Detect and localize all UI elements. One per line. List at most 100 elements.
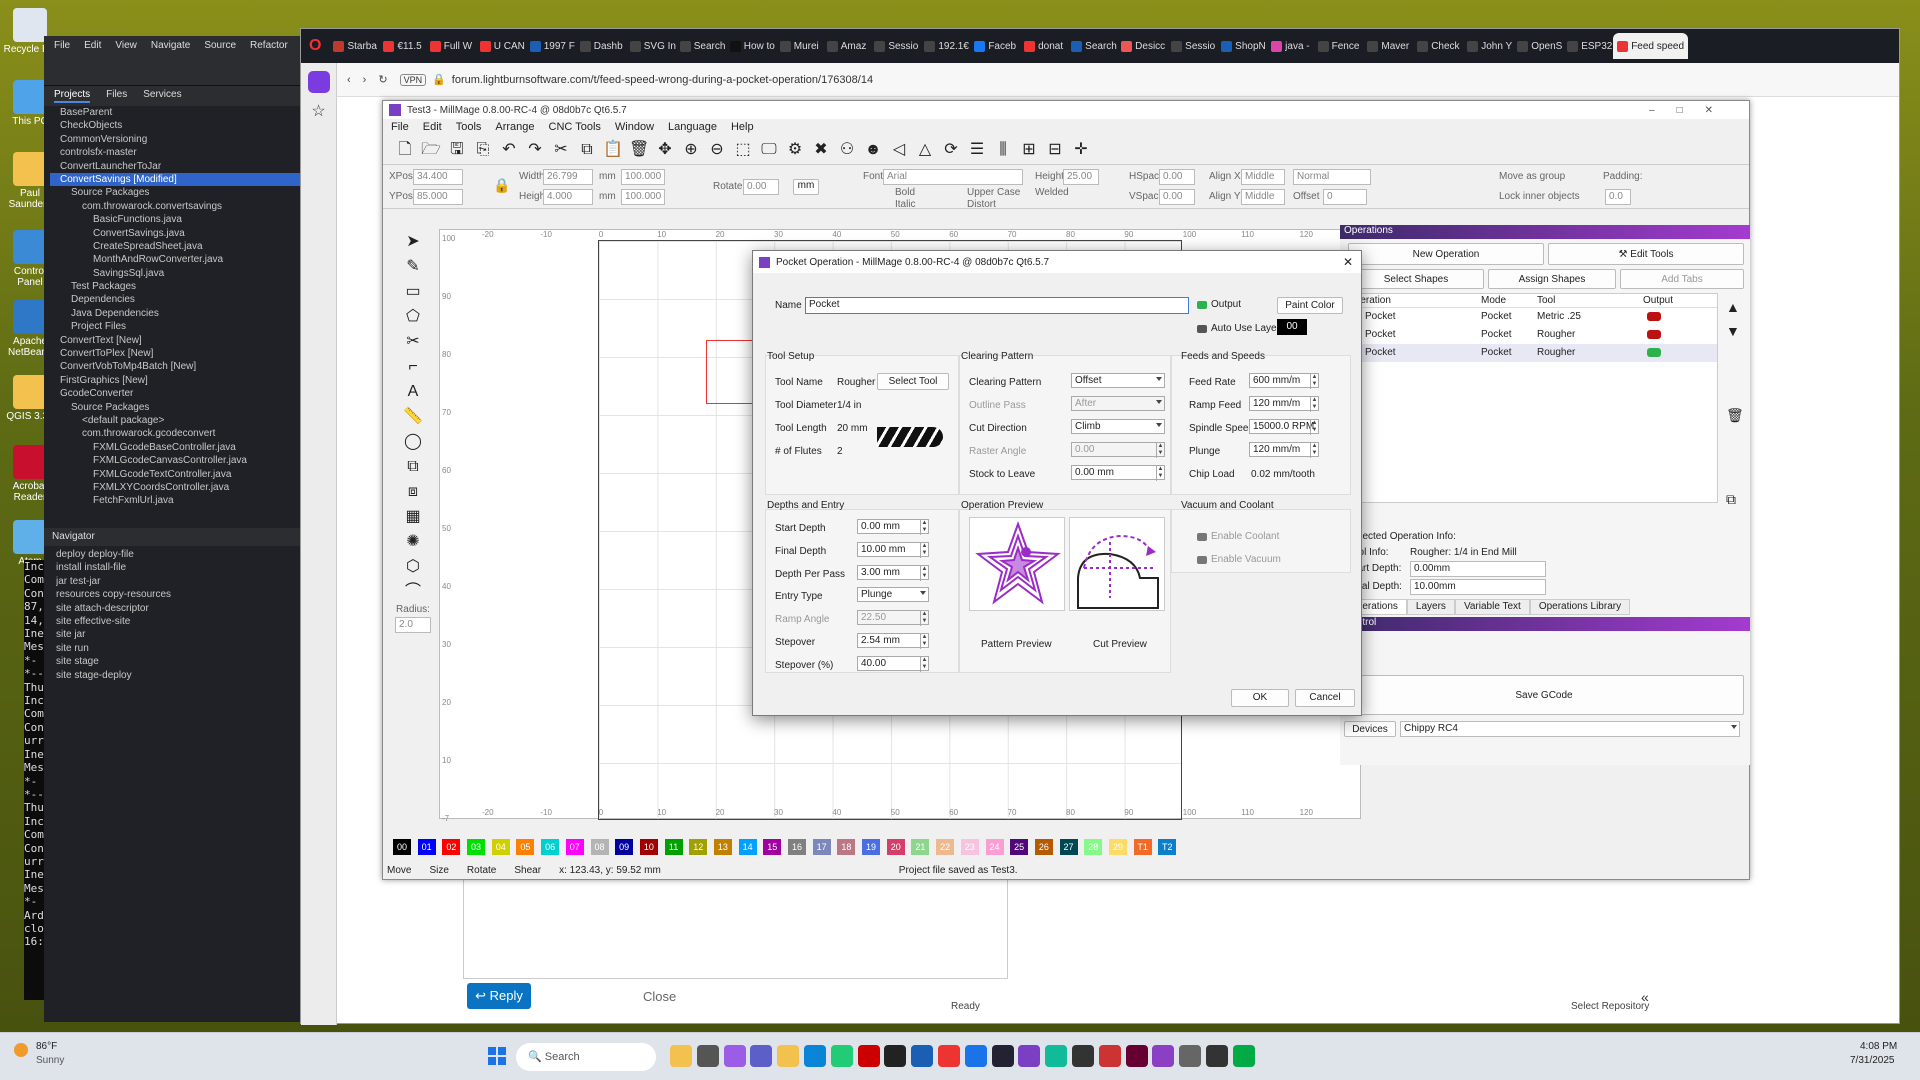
taskbar-app-icon[interactable] (938, 1045, 960, 1067)
browser-tab[interactable]: Full W (426, 33, 476, 59)
pen-tool-icon[interactable]: ✎ (391, 254, 435, 279)
tools-icon[interactable]: ✖ (811, 140, 831, 160)
star-icon[interactable]: ☆ (308, 101, 330, 123)
navigator-item[interactable]: site effective-site (56, 615, 300, 628)
trash-icon[interactable]: 🗑 (1726, 403, 1744, 427)
layer-swatch[interactable]: 01 (417, 839, 436, 855)
navigator-item[interactable]: site run (56, 642, 300, 655)
align-x-select[interactable]: Middle (1241, 169, 1285, 185)
tree-item[interactable]: FetchFxmlUrl.java (50, 494, 300, 507)
millmage-menu-item[interactable]: File (391, 121, 409, 135)
browser-tab[interactable]: Sessio (870, 33, 920, 59)
search-box[interactable]: 🔍 Search (516, 1043, 656, 1071)
rotate-icon[interactable]: ⟳ (941, 140, 961, 160)
tree-item[interactable]: com.throwarock.gcodeconvert (50, 427, 300, 440)
info-start-depth[interactable]: 0.00mm (1410, 561, 1546, 577)
taskbar-app-icon[interactable] (777, 1045, 800, 1067)
stepover-field[interactable]: 2.54 mm ▲ ▼ (857, 633, 929, 649)
tree-item[interactable]: <default package> (50, 414, 300, 427)
save-icon[interactable]: 🖫 (447, 140, 467, 160)
ide-menu-edit[interactable]: Edit (84, 40, 101, 54)
operation-row[interactable]: Pocket Pocket Rougher (1341, 326, 1717, 344)
navigator-item[interactable]: site attach-descriptor (56, 602, 300, 615)
settings-icon[interactable]: ⚙ (785, 140, 805, 160)
layer-swatch[interactable]: 21 (911, 839, 930, 855)
tree-item[interactable]: FXMLGcodeTextController.java (50, 468, 300, 481)
layer-swatch[interactable]: 02 (442, 839, 461, 855)
layer-swatch[interactable]: 27 (1059, 839, 1078, 855)
layer-swatch[interactable]: 16 (788, 839, 806, 855)
layer-swatch[interactable]: 03 (467, 839, 486, 855)
spindle-speed-field[interactable]: 15000.0 RPM ▲ ▼ (1249, 419, 1319, 435)
tree-item[interactable]: ConvertText [New] (50, 334, 300, 347)
taskbar-app-icon[interactable] (804, 1045, 826, 1067)
zoom-fit-icon[interactable]: ⬚ (733, 140, 753, 160)
align-center-icon[interactable]: ⊞ (1019, 140, 1039, 160)
rotate-field[interactable]: 0.00 (743, 179, 779, 195)
ide-menu-source[interactable]: Source (204, 40, 236, 54)
status-size-toggle[interactable]: Size (429, 865, 448, 879)
taskbar-app-icon[interactable] (1045, 1045, 1068, 1067)
layer-swatch[interactable]: 26 (1034, 839, 1053, 855)
mirror-v-icon[interactable]: △ (915, 140, 935, 160)
tree-item[interactable]: CreateSpreadSheet.java (50, 240, 300, 253)
millmage-menu-item[interactable]: Help (731, 121, 754, 135)
navigator-item[interactable]: deploy deploy-file (56, 548, 300, 561)
xpos-field[interactable]: 34.400 (413, 169, 463, 185)
ramp-feed-field[interactable]: 120 mm/m ▲ ▼ (1249, 396, 1319, 412)
layer-swatch[interactable]: 28 (1084, 839, 1103, 855)
move-up-icon[interactable]: ▲ (1726, 295, 1744, 319)
taskbar-app-icon[interactable] (1098, 1045, 1121, 1067)
boolean-tool-icon[interactable]: ⧈ (391, 479, 435, 504)
output-toggle[interactable] (1647, 330, 1661, 339)
layer-swatch[interactable]: 13 (713, 839, 732, 855)
browser-tab[interactable]: €11.5 (379, 33, 425, 59)
navigator-item[interactable]: install install-file (56, 561, 300, 574)
tree-item[interactable]: ConvertSavings [Modified] (50, 172, 300, 187)
ide-menu-refactor[interactable]: Refactor (250, 40, 288, 54)
weather-icon[interactable] (14, 1043, 28, 1057)
depth-per-pass-field[interactable]: 3.00 mm ▲ ▼ (857, 565, 929, 581)
zoom-out-icon[interactable]: ⊖ (707, 140, 727, 160)
tree-item[interactable]: BaseParent (50, 106, 300, 119)
export-icon[interactable]: ⎘ (473, 140, 493, 160)
navigator-item[interactable]: site jar (56, 628, 300, 641)
enable-vacuum-toggle[interactable]: Enable Vacuum (1197, 554, 1281, 565)
clearing-pattern-select[interactable]: Offset (1071, 373, 1165, 388)
tree-item[interactable]: Source Packages (50, 401, 300, 414)
millmage-menu-item[interactable]: Tools (456, 121, 482, 135)
tree-item[interactable]: Source Packages (50, 186, 300, 199)
output-toggle[interactable] (1647, 348, 1661, 357)
layer-swatch[interactable]: 25 (1010, 839, 1029, 855)
height-pct-field[interactable]: 100.000 (621, 189, 665, 205)
taskbar-app-icon[interactable] (1152, 1045, 1175, 1067)
tree-item[interactable]: FXMLXYCoordsController.java (50, 481, 300, 494)
plunge-field[interactable]: 120 mm/m ▲ ▼ (1249, 442, 1319, 458)
taskbar-app-icon[interactable] (696, 1045, 719, 1067)
layer-swatch[interactable]: 10 (639, 839, 658, 855)
tree-item[interactable]: CommonVersioning (50, 133, 300, 146)
browser-tab[interactable]: Search (1067, 33, 1117, 59)
browser-tab[interactable]: Maver (1363, 33, 1413, 59)
browser-tab[interactable]: How to (726, 33, 776, 59)
layer-swatch[interactable]: T1 (1133, 839, 1152, 855)
ramp-angle-field[interactable]: 22.50 ▲ ▼ (857, 610, 929, 626)
url-field[interactable]: forum.lightburnsoftware.com/t/feed-speed… (452, 74, 873, 86)
height-field[interactable]: 4.000 (543, 189, 593, 205)
ops-column-header[interactable]: Output (1643, 295, 1673, 306)
move-icon[interactable]: ✥ (655, 140, 675, 160)
tree-item[interactable]: ConvertVobToMp4Batch [New] (50, 360, 300, 373)
millmage-menu-item[interactable]: CNC Tools (549, 121, 601, 135)
copy-op-icon[interactable]: ⧉ (1726, 487, 1744, 511)
ops-panel-tab[interactable]: Layers (1406, 599, 1455, 615)
tree-item[interactable]: controlsfx-master (50, 146, 300, 159)
assign-shapes-button[interactable]: Assign Shapes (1488, 269, 1616, 289)
navigator-item[interactable]: site stage (56, 655, 300, 668)
distort-toggle[interactable]: Distort (967, 199, 996, 210)
browser-tab[interactable]: OpenS (1513, 33, 1563, 59)
browser-tab[interactable]: ESP32 (1563, 33, 1613, 59)
array-tool-icon[interactable]: ▦ (391, 504, 435, 529)
select-shapes-button[interactable]: Select Shapes (1348, 269, 1484, 289)
browser-tab[interactable]: Desicc (1117, 33, 1167, 59)
clock-date[interactable]: 7/31/2025 (1850, 1055, 1895, 1066)
